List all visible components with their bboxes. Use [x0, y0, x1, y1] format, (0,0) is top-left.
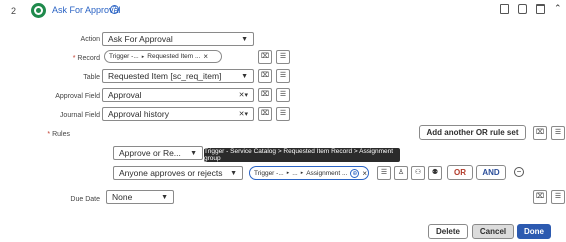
chevron-down-icon: ▼ — [241, 35, 248, 43]
approval-field-select[interactable]: Approval ✕▾ — [102, 88, 254, 102]
link-icon[interactable]: ⊕ — [350, 168, 360, 178]
approval-step-icon — [31, 3, 46, 18]
journal-field-value: Approval history — [108, 109, 169, 119]
trash-icon[interactable] — [536, 4, 545, 14]
record-pill[interactable]: Trigger -... ▸ Requested Item ... × — [104, 50, 222, 63]
collapse-icon[interactable]: ⌃ — [554, 4, 563, 14]
rule-type-select[interactable]: Approve or Re... ▼ — [113, 146, 203, 160]
separator-icon: ▸ — [300, 170, 304, 176]
approver-pill-part-2: ... — [292, 169, 298, 177]
rules-label: * Rules — [47, 131, 70, 138]
or-button[interactable]: OR — [447, 165, 473, 180]
filter-condition-button[interactable]: ☰ — [551, 190, 565, 204]
table-select[interactable]: Requested Item [sc_req_item] ▼ — [102, 69, 254, 83]
separator-icon: ▸ — [141, 53, 145, 60]
rule-type-value: Approve or Re... — [119, 148, 181, 158]
user-icon[interactable]: ♙ — [394, 166, 408, 180]
table-value: Requested Item [sc_req_item] — [108, 71, 222, 81]
approval-field-label: Approval Field — [55, 93, 100, 100]
due-date-value: None — [112, 192, 133, 202]
separator-icon: ▸ — [286, 170, 290, 176]
due-date-label: Due Date — [70, 196, 100, 203]
and-button[interactable]: AND — [476, 165, 506, 180]
delete-button[interactable]: Delete — [428, 224, 468, 239]
approver-condition-value: Anyone approves or rejects — [119, 168, 223, 178]
due-date-select[interactable]: None ▼ — [106, 190, 174, 204]
action-select[interactable]: Ask For Approval ▼ — [102, 32, 254, 46]
approver-pill-field[interactable]: Trigger -... ▸ ... ▸ Assignment ... ⊕ × — [249, 166, 369, 180]
approver-condition-select[interactable]: Anyone approves or rejects ▼ — [113, 166, 243, 180]
approver-pill-part-3: Assignment ... — [306, 169, 348, 177]
record-label: * Record — [72, 55, 100, 62]
filter-condition-button[interactable]: ☰ — [276, 107, 290, 121]
pill-tooltip: Trigger - Service Catalog > Requested It… — [204, 148, 400, 162]
approver-pill-part-1: Trigger -... — [254, 169, 284, 177]
action-value: Ask For Approval — [108, 34, 173, 44]
copy-icon[interactable] — [500, 4, 509, 14]
filter-condition-button[interactable]: ☰ — [276, 88, 290, 102]
remove-rule-icon[interactable]: − — [514, 167, 524, 177]
done-button[interactable]: Done — [517, 224, 551, 239]
journal-field-label: Journal Field — [59, 112, 100, 119]
journal-field-select[interactable]: Approval history ✕▾ — [102, 107, 254, 121]
delete-step-icon[interactable] — [518, 4, 527, 14]
group-icon[interactable]: ⚇ — [411, 166, 425, 180]
chevron-down-icon: ▼ — [190, 149, 197, 157]
chevron-down-icon: ▼ — [230, 169, 237, 177]
data-pill-picker-button[interactable]: ⌧ — [533, 190, 547, 204]
record-pill-part-1: Trigger -... — [109, 53, 139, 60]
manager-icon[interactable]: ⚉ — [428, 166, 442, 180]
add-or-rule-set-button[interactable]: Add another OR rule set — [419, 125, 526, 140]
action-label: Action — [80, 36, 100, 43]
approval-field-value: Approval — [108, 90, 142, 100]
data-pill-picker-button[interactable]: ⌧ — [258, 69, 272, 83]
data-pill-picker-button[interactable]: ⌧ — [258, 88, 272, 102]
filter-condition-button[interactable]: ☰ — [276, 69, 290, 83]
chevron-down-icon: ▼ — [241, 72, 248, 80]
data-pill-picker-button[interactable]: ⌧ — [258, 50, 272, 64]
close-icon[interactable]: × — [203, 52, 208, 61]
record-pill-part-2: Requested Item ... — [147, 53, 201, 60]
filter-condition-button[interactable]: ☰ — [276, 50, 290, 64]
chevron-down-icon: ▼ — [161, 193, 168, 201]
clear-chevron-icon: ✕▾ — [238, 92, 248, 99]
data-pill-picker-button[interactable]: ⌧ — [258, 107, 272, 121]
filter-condition-button[interactable]: ☰ — [377, 166, 391, 180]
cancel-button[interactable]: Cancel — [472, 224, 514, 239]
filter-condition-button[interactable]: ☰ — [551, 126, 565, 140]
clear-chevron-icon: ✕▾ — [238, 111, 248, 118]
help-circle-icon[interactable]: ? — [110, 5, 119, 14]
step-number: 2 — [11, 6, 17, 16]
close-icon[interactable]: × — [362, 169, 367, 178]
data-pill-picker-button[interactable]: ⌧ — [533, 126, 547, 140]
table-label: Table — [83, 74, 100, 81]
